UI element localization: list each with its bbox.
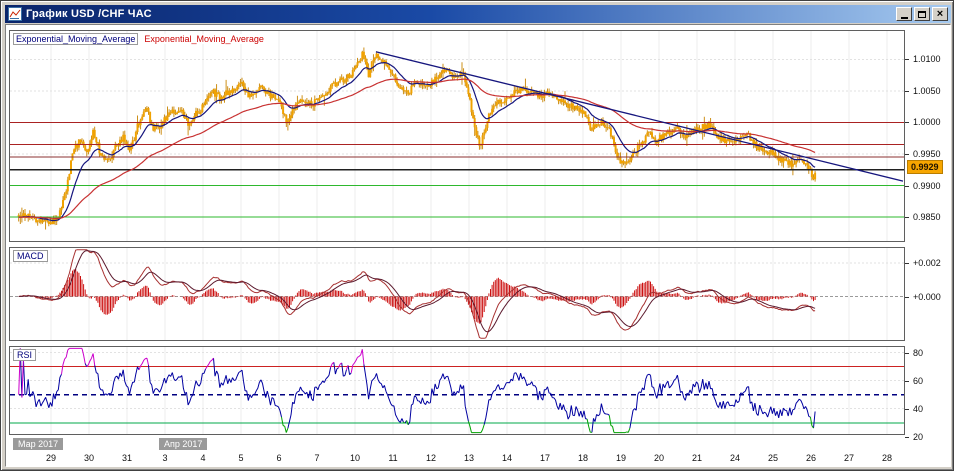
axis-tick xyxy=(905,381,909,382)
window-titlebar[interactable]: График USD /CHF ЧАС × xyxy=(5,5,951,23)
time-axis-month-badge: Мар 2017 xyxy=(13,438,63,450)
time-axis-day-label: 12 xyxy=(419,453,443,463)
time-axis-day-label: 6 xyxy=(267,453,291,463)
axis-tick xyxy=(905,59,909,60)
macd-axis-label: +0.000 xyxy=(913,292,941,302)
axis-tick xyxy=(905,217,909,218)
axis-tick xyxy=(905,297,909,298)
time-axis-day-label: 10 xyxy=(343,453,367,463)
time-axis-day-label: 5 xyxy=(229,453,253,463)
current-price-badge: 0.9929 xyxy=(907,160,943,174)
price-axis-label: 0.9950 xyxy=(913,149,941,159)
axis-tick xyxy=(905,437,909,438)
axis-tick xyxy=(905,263,909,264)
time-axis-day-label: 18 xyxy=(571,453,595,463)
axis-tick xyxy=(905,91,909,92)
chart-window-icon xyxy=(8,7,22,21)
time-axis-month-badge: Апр 2017 xyxy=(159,438,207,450)
minimize-button[interactable] xyxy=(896,7,912,21)
axis-tick xyxy=(905,154,909,155)
rsi-axis-label: 20 xyxy=(913,432,923,442)
time-axis-day-label: 19 xyxy=(609,453,633,463)
time-axis-day-label: 28 xyxy=(875,453,899,463)
rsi-axis-label: 80 xyxy=(913,348,923,358)
time-axis-day-label: 4 xyxy=(191,453,215,463)
time-axis-day-label: 20 xyxy=(647,453,671,463)
macd-axis-label: +0.002 xyxy=(913,258,941,268)
minimize-icon xyxy=(901,17,908,19)
price-axis-column: 1.0100 1.0050 1.0000 0.9950 0.9900 0.9850 +0.0… xyxy=(905,1,954,471)
chart-window: График USD /CHF ЧАС × Exponential_Moving… xyxy=(0,0,954,471)
time-axis-day-label: 7 xyxy=(305,453,329,463)
window-controls: × xyxy=(896,7,948,21)
maximize-icon xyxy=(918,11,926,18)
axis-tick xyxy=(905,122,909,123)
time-axis-day-label: 31 xyxy=(115,453,139,463)
axis-tick xyxy=(905,409,909,410)
time-axis-day-label: 24 xyxy=(723,453,747,463)
time-axis-day-label: 27 xyxy=(837,453,861,463)
time-axis-day-label: 14 xyxy=(495,453,519,463)
price-axis-label: 1.0100 xyxy=(913,54,941,64)
time-axis-day-label: 17 xyxy=(533,453,557,463)
close-icon: × xyxy=(937,9,943,19)
price-axis-label: 0.9900 xyxy=(913,181,941,191)
axis-tick xyxy=(905,353,909,354)
time-axis: 29 30 31 3 4 5 6 7 10 11 12 13 14 17 18 19 20 21 24 25 26 27 2… xyxy=(10,1,904,471)
time-axis-day-label: 13 xyxy=(457,453,481,463)
rsi-axis-label: 60 xyxy=(913,376,923,386)
time-axis-day-label: 25 xyxy=(761,453,785,463)
rsi-axis-label: 40 xyxy=(913,404,923,414)
close-button[interactable]: × xyxy=(932,7,948,21)
window-title: График USD /CHF ЧАС xyxy=(26,8,152,20)
price-axis-label: 0.9850 xyxy=(913,212,941,222)
price-axis-label: 1.0000 xyxy=(913,117,941,127)
time-axis-day-label: 26 xyxy=(799,453,823,463)
time-axis-day-label: 11 xyxy=(381,453,405,463)
axis-tick xyxy=(905,186,909,187)
price-axis-label: 1.0050 xyxy=(913,86,941,96)
time-axis-day-label: 3 xyxy=(153,453,177,463)
time-axis-day-label: 29 xyxy=(39,453,63,463)
time-axis-day-label: 21 xyxy=(685,453,709,463)
time-axis-day-label: 30 xyxy=(77,453,101,463)
maximize-button[interactable] xyxy=(914,7,930,21)
